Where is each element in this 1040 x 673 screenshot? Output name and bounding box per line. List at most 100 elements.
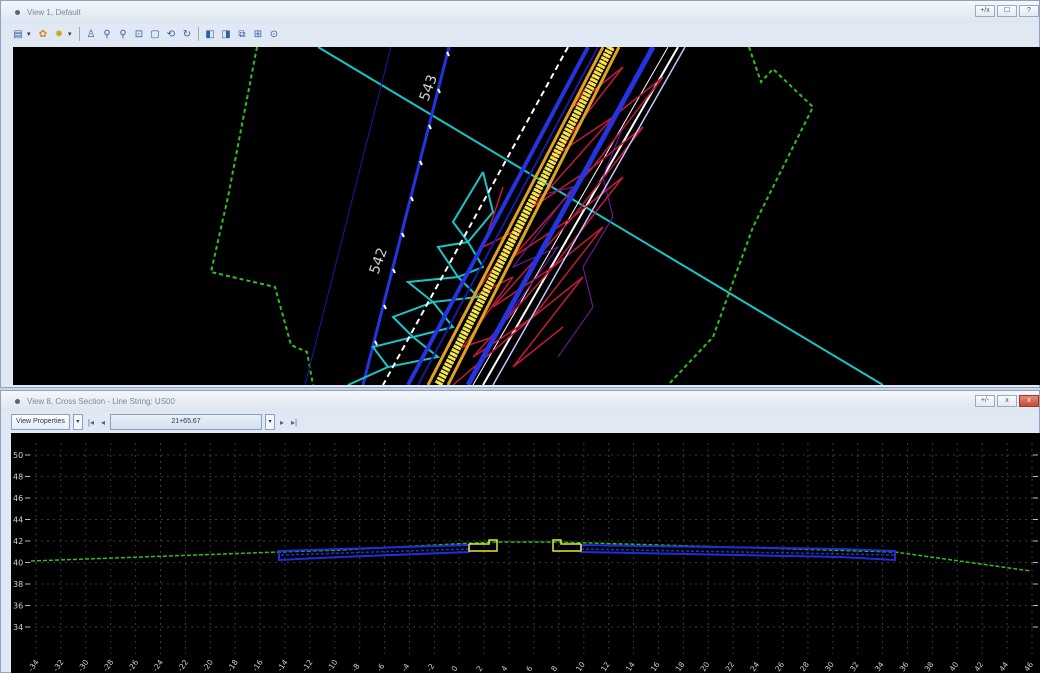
- view-next-icon[interactable]: ◨: [219, 27, 233, 41]
- offset-tick-label: 0: [450, 664, 460, 673]
- offset-tick-label: -14: [275, 658, 290, 673]
- lighting-dropdown-icon[interactable]: ▾: [68, 30, 75, 38]
- camera-icon[interactable]: ⊙: [267, 27, 281, 41]
- toolbar-separator: [198, 27, 199, 41]
- offset-tick-label: 14: [624, 660, 637, 673]
- offset-tick-label: 44: [997, 660, 1010, 673]
- copy-view-icon[interactable]: ⧉: [235, 27, 249, 41]
- cross-section-window-controls: +/- x x: [975, 395, 1039, 407]
- offset-tick-label: 18: [674, 660, 687, 673]
- elevation-tick-label: 50: [13, 451, 23, 460]
- clip-volume-icon[interactable]: ⊞: [251, 27, 265, 41]
- offset-tick-label: 16: [649, 660, 662, 673]
- offset-tick-label: -4: [400, 662, 412, 673]
- offset-tick-label: 10: [574, 660, 587, 673]
- cross-section-titlebar[interactable]: View 8, Cross Section - Line String: US0…: [1, 391, 1039, 411]
- offset-tick-label: 12: [599, 660, 612, 673]
- plan-view-maximize-button[interactable]: ☐: [997, 5, 1017, 17]
- plan-view-window-controls: +/x ☐ ?: [975, 5, 1039, 17]
- offset-tick-label: -2: [425, 662, 437, 673]
- update-view-icon[interactable]: ♙: [84, 27, 98, 41]
- cross-section-grid: [29, 443, 1033, 654]
- offset-tick-label: 40: [948, 660, 961, 673]
- plan-view-window: View 1, Default +/x ☐ ? ▤ ▾ ✿ ✸ ▾ ♙ ⚲ ⚲ ⊡ …: [0, 0, 1040, 388]
- offset-tick-label: 4: [499, 664, 509, 673]
- station-field[interactable]: 21+65.67: [110, 414, 263, 430]
- window-area-icon[interactable]: ⊡: [132, 27, 146, 41]
- offset-tick-label: -30: [76, 658, 91, 673]
- elevation-tick-label: 46: [13, 494, 23, 503]
- rotate-view-icon[interactable]: ⟲: [164, 27, 178, 41]
- offset-tick-label: 2: [474, 664, 484, 673]
- plan-view-drawing: 543 542: [209, 47, 884, 385]
- offset-tick-label: 26: [773, 660, 786, 673]
- cross-section-minimize-button[interactable]: +/-: [975, 395, 995, 407]
- view-properties-button[interactable]: View Properties: [11, 414, 70, 430]
- offset-tick-label: -8: [350, 662, 362, 673]
- view-attributes-icon[interactable]: ▤: [11, 27, 25, 41]
- offset-tick-label: 36: [898, 660, 911, 673]
- offset-tick-label: 22: [723, 660, 736, 673]
- elevation-tick-label: 44: [13, 516, 23, 525]
- offset-tick-label: -12: [300, 658, 315, 673]
- previous-station-icon[interactable]: ◂: [99, 418, 107, 427]
- pan-view-icon[interactable]: ↻: [180, 27, 194, 41]
- lighting-icon[interactable]: ✸: [52, 27, 66, 41]
- offset-tick-label: -32: [51, 658, 66, 673]
- offset-tick-label: 28: [798, 660, 811, 673]
- plan-view-close-button[interactable]: ?: [1019, 5, 1039, 17]
- offset-tick-label: -24: [151, 658, 166, 673]
- offset-tick-label: -10: [325, 658, 340, 673]
- view-attributes-dropdown-icon[interactable]: ▾: [27, 30, 34, 38]
- offset-tick-label: 24: [748, 660, 761, 673]
- next-station-icon[interactable]: ▸: [278, 418, 286, 427]
- cross-section-view-window: View 8, Cross Section - Line String: US0…: [0, 390, 1040, 673]
- view-properties-dropdown-icon[interactable]: ▾: [72, 414, 83, 430]
- cross-section-drawing: 504846444240383634 -34 -32 -30 -28 -26 -24 -22…: [13, 443, 1038, 673]
- offset-tick-label: 20: [699, 660, 712, 673]
- zoom-out-icon[interactable]: ⚲: [116, 27, 130, 41]
- offset-tick-label: -26: [126, 658, 141, 673]
- last-station-icon[interactable]: ▸|: [289, 418, 299, 427]
- view-previous-icon[interactable]: ◧: [203, 27, 217, 41]
- plan-view-title: View 1, Default: [27, 7, 81, 17]
- station-dropdown-icon[interactable]: ▾: [265, 414, 276, 430]
- edge-line-far-right: [492, 47, 686, 385]
- toolbar-separator: [79, 27, 80, 41]
- offset-tick-label: -6: [375, 662, 387, 673]
- display-style-icon[interactable]: ✿: [36, 27, 50, 41]
- plan-view-restore-button[interactable]: +/x: [975, 5, 995, 17]
- cross-section-close-button[interactable]: x: [1019, 395, 1039, 407]
- offset-tick-label: 6: [524, 664, 534, 673]
- offset-tick-label: -22: [176, 658, 191, 673]
- window-menu-icon[interactable]: [15, 398, 20, 404]
- offset-tick-label: 32: [848, 660, 861, 673]
- fit-view-icon[interactable]: ▢: [148, 27, 162, 41]
- existing-ground-profile: [30, 541, 1032, 572]
- contour-label-542: 542: [367, 246, 391, 277]
- offset-tick-label: 38: [923, 660, 936, 673]
- plan-view-titlebar[interactable]: View 1, Default +/x ☐ ?: [1, 1, 1039, 23]
- cross-section-restore-button[interactable]: x: [997, 395, 1017, 407]
- plan-view-canvas[interactable]: 543 542: [13, 47, 1040, 385]
- microstation-app: View 1, Default +/x ☐ ? ▤ ▾ ✿ ✸ ▾ ♙ ⚲ ⚲ ⊡ …: [0, 0, 1040, 673]
- elevation-tick-label: 38: [13, 580, 23, 589]
- offset-tick-label: -34: [26, 658, 41, 673]
- offset-tick-label: 42: [972, 660, 985, 673]
- elevation-tick-label: 36: [13, 602, 23, 611]
- offset-axis: -34 -32 -30 -28 -26 -24 -22 -20 -18 -16 -14 -12 -10-…: [26, 658, 1035, 673]
- first-station-icon[interactable]: |◂: [86, 418, 96, 427]
- zoom-in-icon[interactable]: ⚲: [100, 27, 114, 41]
- cross-section-toolbar: View Properties ▾ |◂ ◂ 21+65.67 ▾ ▸ ▸|: [11, 413, 299, 431]
- pavement-left: [278, 543, 470, 562]
- offset-tick-label: 30: [823, 660, 836, 673]
- median-orange-left: [426, 47, 605, 385]
- cross-section-canvas[interactable]: 50 48 46 44 42 40 38 36 34 -34 -32 -30 -28 -26 -24 -22…: [11, 433, 1040, 673]
- row-boundary-right: [667, 47, 815, 385]
- offset-tick-label: -16: [250, 658, 265, 673]
- offset-tick-label: 8: [549, 664, 559, 673]
- window-menu-icon[interactable]: [15, 9, 20, 15]
- offset-line-far-left: [304, 47, 392, 385]
- elevation-tick-label: 40: [13, 559, 23, 568]
- offset-tick-label: 34: [873, 660, 886, 673]
